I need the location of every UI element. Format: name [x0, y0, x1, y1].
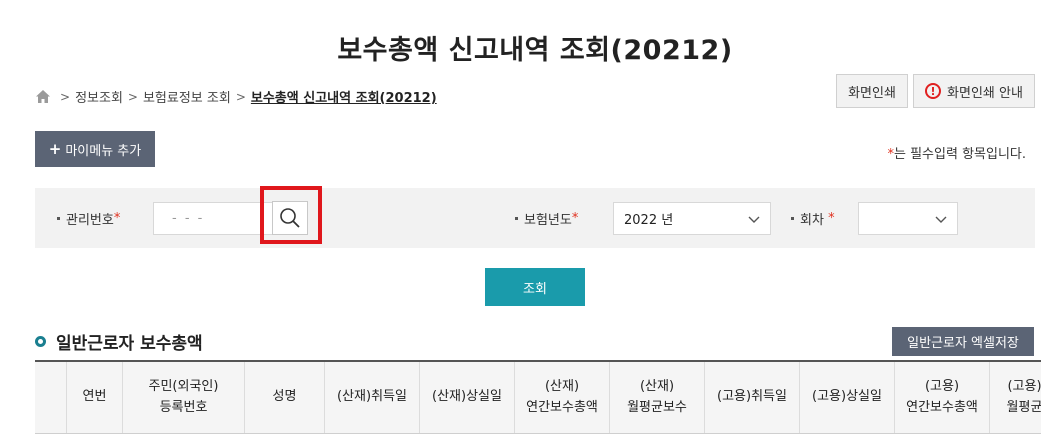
chevron-down-icon [748, 216, 760, 223]
round-select[interactable] [858, 202, 958, 235]
column-header-industrial-acquire-date: (산재)취득일 [325, 362, 420, 433]
chevron-down-icon [935, 216, 947, 223]
add-my-menu-button[interactable]: + 마이메뉴 추가 [35, 131, 155, 167]
column-header-seq: 연번 [67, 362, 123, 433]
print-guide-label: 화면인쇄 안내 [947, 85, 1023, 101]
required-mark: * [571, 211, 579, 226]
breadcrumb-separator: > [127, 89, 138, 104]
column-header-checkbox [35, 362, 67, 433]
highlight-box [260, 186, 322, 244]
mgmt-number-label: 관리번호 * [57, 209, 120, 228]
search-panel: 관리번호 * - - - 보험년도 * 2022 년 회차 * [35, 186, 1035, 248]
column-header-industrial-annual-total: (산재) 연간보수총액 [515, 362, 610, 433]
column-header-resident-id: 주민(외국인) 등록번호 [123, 362, 245, 433]
breadcrumb-separator: > [60, 89, 71, 104]
required-note: *는 필수입력 항목입니다. [888, 143, 1027, 162]
bullet-icon [791, 217, 794, 220]
bullet-icon [515, 217, 518, 220]
column-header-employment-loss-date: (고용)상실일 [800, 362, 895, 433]
round-label-text: 회차 [800, 213, 824, 228]
excel-save-label: 일반근로자 엑셀저장 [907, 336, 1019, 351]
breadcrumb-separator: > [235, 89, 246, 104]
column-header-employment-monthly-avg: (고용) 월평균 [990, 362, 1041, 433]
table-header: 연번 주민(외국인) 등록번호 성명 (산재)취득일 (산재)상실일 (산재) … [35, 360, 1041, 434]
print-button[interactable]: 화면인쇄 [836, 74, 908, 108]
mgmt-number-input[interactable]: - - - [153, 202, 273, 235]
required-mark: * [113, 211, 121, 226]
breadcrumb: > 정보조회 > 보험료정보 조회 > 보수총액 신고내역 조회(20212) [35, 87, 437, 106]
insurance-year-select[interactable]: 2022 년 [613, 202, 771, 235]
excel-save-button[interactable]: 일반근로자 엑셀저장 [892, 327, 1034, 356]
print-guide-button[interactable]: ! 화면인쇄 안내 [913, 74, 1035, 108]
query-button[interactable]: 조회 [485, 268, 585, 306]
breadcrumb-current[interactable]: 보수총액 신고내역 조회(20212) [251, 87, 437, 106]
bullet-icon [57, 217, 60, 220]
insurance-year-value: 2022 년 [624, 213, 674, 228]
breadcrumb-item-info[interactable]: 정보조회 [75, 87, 123, 106]
column-header-name: 성명 [245, 362, 325, 433]
insurance-year-label-text: 보험년도 [524, 213, 572, 228]
section-bullet-icon [35, 336, 46, 347]
query-button-label: 조회 [523, 281, 547, 297]
mgmt-number-label-text: 관리번호 [66, 213, 114, 228]
required-mark: * [828, 211, 835, 226]
section-title: 일반근로자 보수총액 [35, 329, 203, 354]
column-header-industrial-loss-date: (산재)상실일 [420, 362, 515, 433]
add-my-menu-label: 마이메뉴 추가 [65, 143, 142, 159]
plus-icon: + [48, 140, 62, 158]
column-header-employment-acquire-date: (고용)취득일 [705, 362, 800, 433]
print-button-label: 화면인쇄 [848, 85, 896, 101]
column-header-employment-annual-total: (고용) 연간보수총액 [895, 362, 990, 433]
column-header-industrial-monthly-avg: (산재) 월평균보수 [610, 362, 705, 433]
breadcrumb-item-premium[interactable]: 보험료정보 조회 [143, 87, 231, 106]
section-title-text: 일반근로자 보수총액 [56, 334, 203, 354]
round-label: 회차 * [791, 209, 835, 228]
home-icon[interactable] [35, 89, 51, 104]
insurance-year-label: 보험년도 * [515, 209, 578, 228]
alert-icon: ! [925, 83, 942, 99]
required-note-text: 는 필수입력 항목입니다. [894, 147, 1026, 162]
page-title: 보수총액 신고내역 조회(20212) [337, 35, 733, 66]
